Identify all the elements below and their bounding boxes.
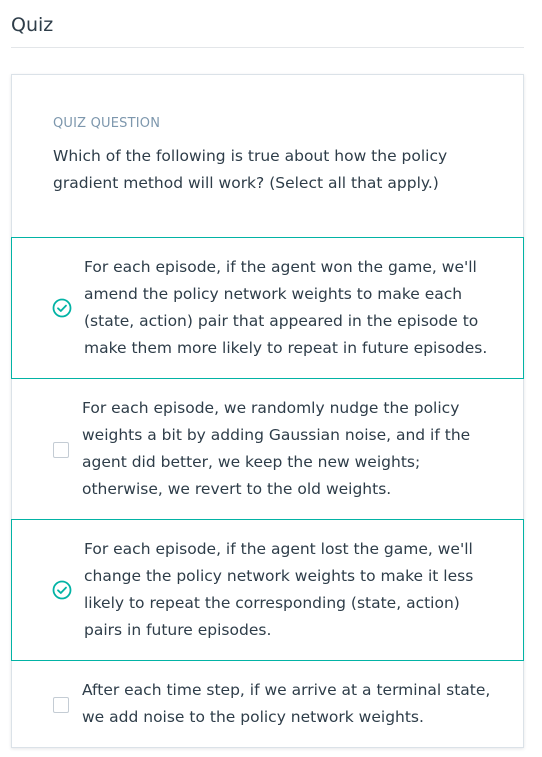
title-divider — [11, 47, 524, 48]
answer-option-4[interactable]: After each time step, if we arrive at a … — [12, 662, 523, 746]
answer-option-2-text: For each episode, we randomly nudge the … — [82, 399, 471, 498]
answer-option-2[interactable]: For each episode, we randomly nudge the … — [12, 380, 523, 520]
answer-option-1-text: For each episode, if the agent won the g… — [84, 258, 488, 357]
check-circle-icon[interactable] — [52, 580, 72, 600]
answer-option-3[interactable]: For each episode, if the agent lost the … — [11, 519, 524, 661]
quiz-page: Quiz QUIZ QUESTION Which of the followin… — [0, 0, 542, 757]
checkbox-icon[interactable] — [53, 697, 69, 713]
answer-option-1[interactable]: For each episode, if the agent won the g… — [11, 237, 524, 379]
answer-option-3-text: For each episode, if the agent lost the … — [84, 540, 474, 639]
check-circle-icon[interactable] — [52, 298, 72, 318]
question-eyebrow: QUIZ QUESTION — [53, 116, 161, 131]
checkbox-icon[interactable] — [53, 442, 69, 458]
answer-option-4-text: After each time step, if we arrive at a … — [82, 681, 491, 726]
question-text: Which of the following is true about how… — [53, 147, 448, 192]
quiz-card: QUIZ QUESTION Which of the following is … — [11, 74, 524, 748]
page-title: Quiz — [11, 14, 54, 36]
